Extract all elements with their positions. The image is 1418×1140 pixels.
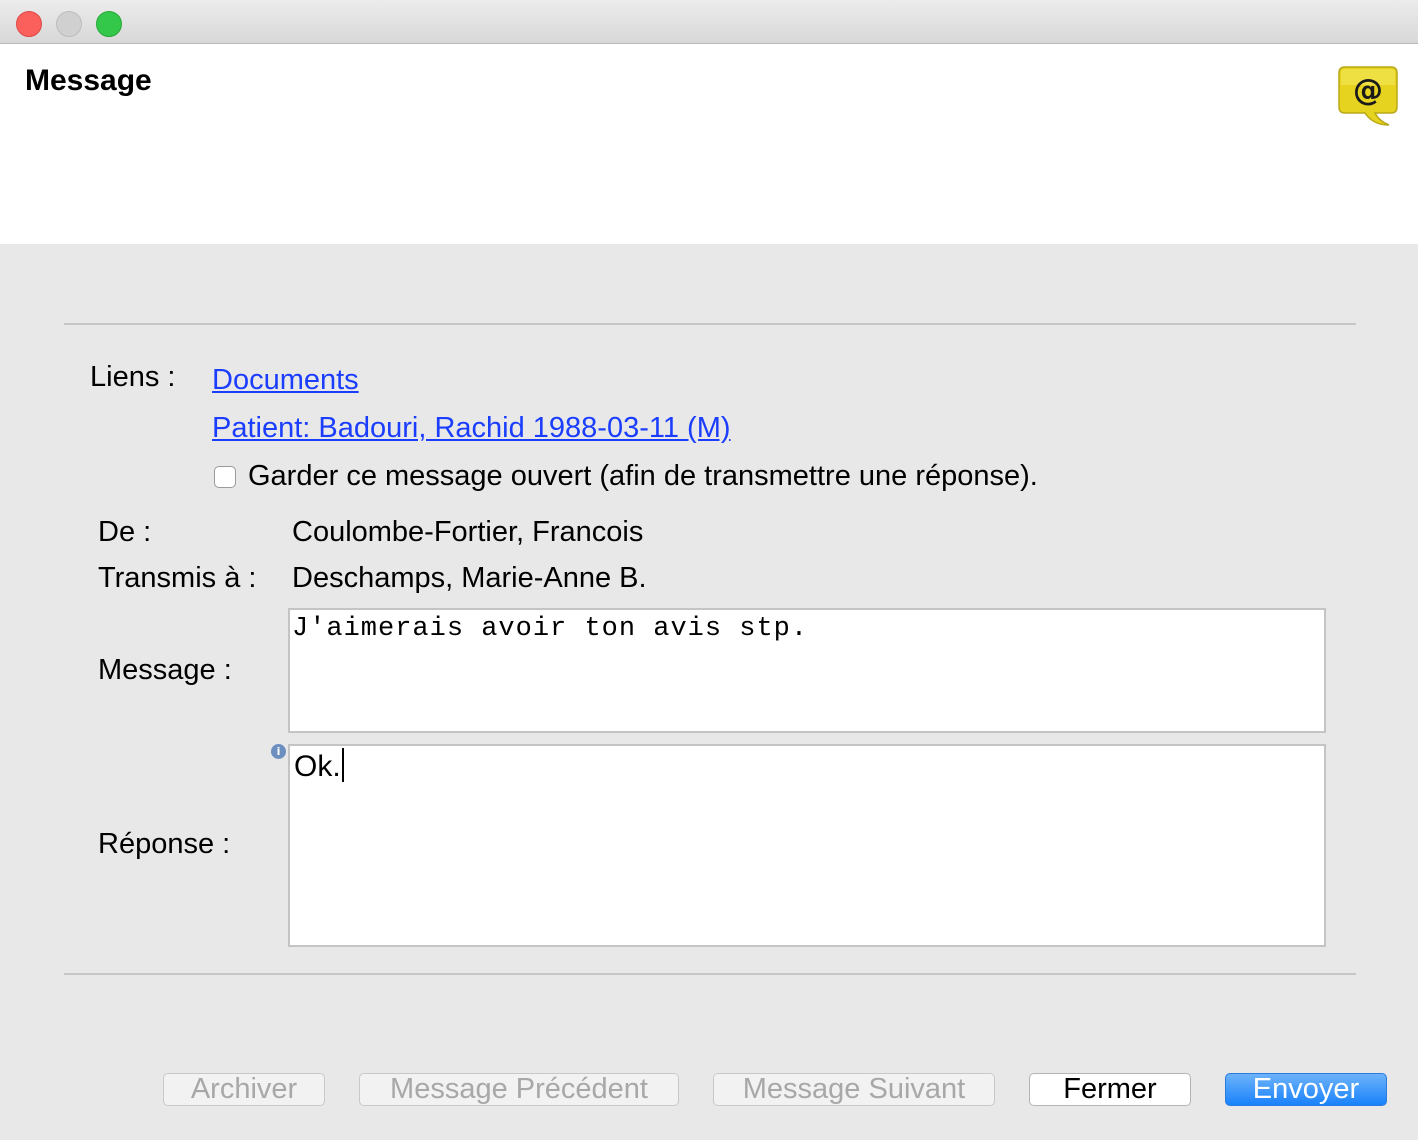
reply-text: Ok.	[294, 750, 341, 783]
info-icon[interactable]: i	[271, 744, 286, 759]
window-titlebar	[0, 0, 1418, 44]
reply-textarea[interactable]: Ok.	[288, 744, 1326, 947]
maximize-window-button[interactable]	[96, 11, 122, 37]
reply-label: Réponse :	[98, 828, 231, 860]
send-button[interactable]: Envoyer	[1225, 1073, 1387, 1106]
patient-link[interactable]: Patient: Badouri, Rachid 1988-03-11 (M)	[212, 412, 731, 445]
links-label: Liens :	[90, 361, 176, 393]
keep-open-label: Garder ce message ouvert (afin de transm…	[248, 460, 1038, 492]
close-window-button[interactable]	[16, 11, 42, 37]
from-label: De :	[98, 516, 152, 548]
text-caret	[341, 748, 344, 782]
reply-text-wrapper: Ok.	[294, 748, 344, 784]
archive-button[interactable]: Archiver	[163, 1073, 325, 1106]
bottom-separator	[64, 973, 1356, 975]
dialog-header: Message @	[0, 44, 1418, 244]
email-at-icon: @	[1338, 66, 1398, 126]
message-textarea[interactable]: J'aimerais avoir ton avis stp.	[288, 608, 1326, 733]
documents-link[interactable]: Documents	[212, 364, 359, 397]
previous-message-button[interactable]: Message Précédent	[359, 1073, 679, 1106]
top-separator	[64, 323, 1356, 325]
from-value: Coulombe-Fortier, Francois	[292, 516, 644, 548]
message-text: J'aimerais avoir ton avis stp.	[292, 614, 809, 644]
to-value: Deschamps, Marie-Anne B.	[292, 562, 647, 594]
svg-text:@: @	[1353, 73, 1383, 108]
keep-open-checkbox[interactable]	[214, 466, 236, 488]
dialog-title: Message	[25, 64, 152, 97]
to-label: Transmis à :	[98, 562, 257, 594]
message-label: Message :	[98, 654, 232, 686]
close-button[interactable]: Fermer	[1029, 1073, 1191, 1106]
next-message-button[interactable]: Message Suivant	[713, 1073, 995, 1106]
minimize-window-button[interactable]	[56, 11, 82, 37]
